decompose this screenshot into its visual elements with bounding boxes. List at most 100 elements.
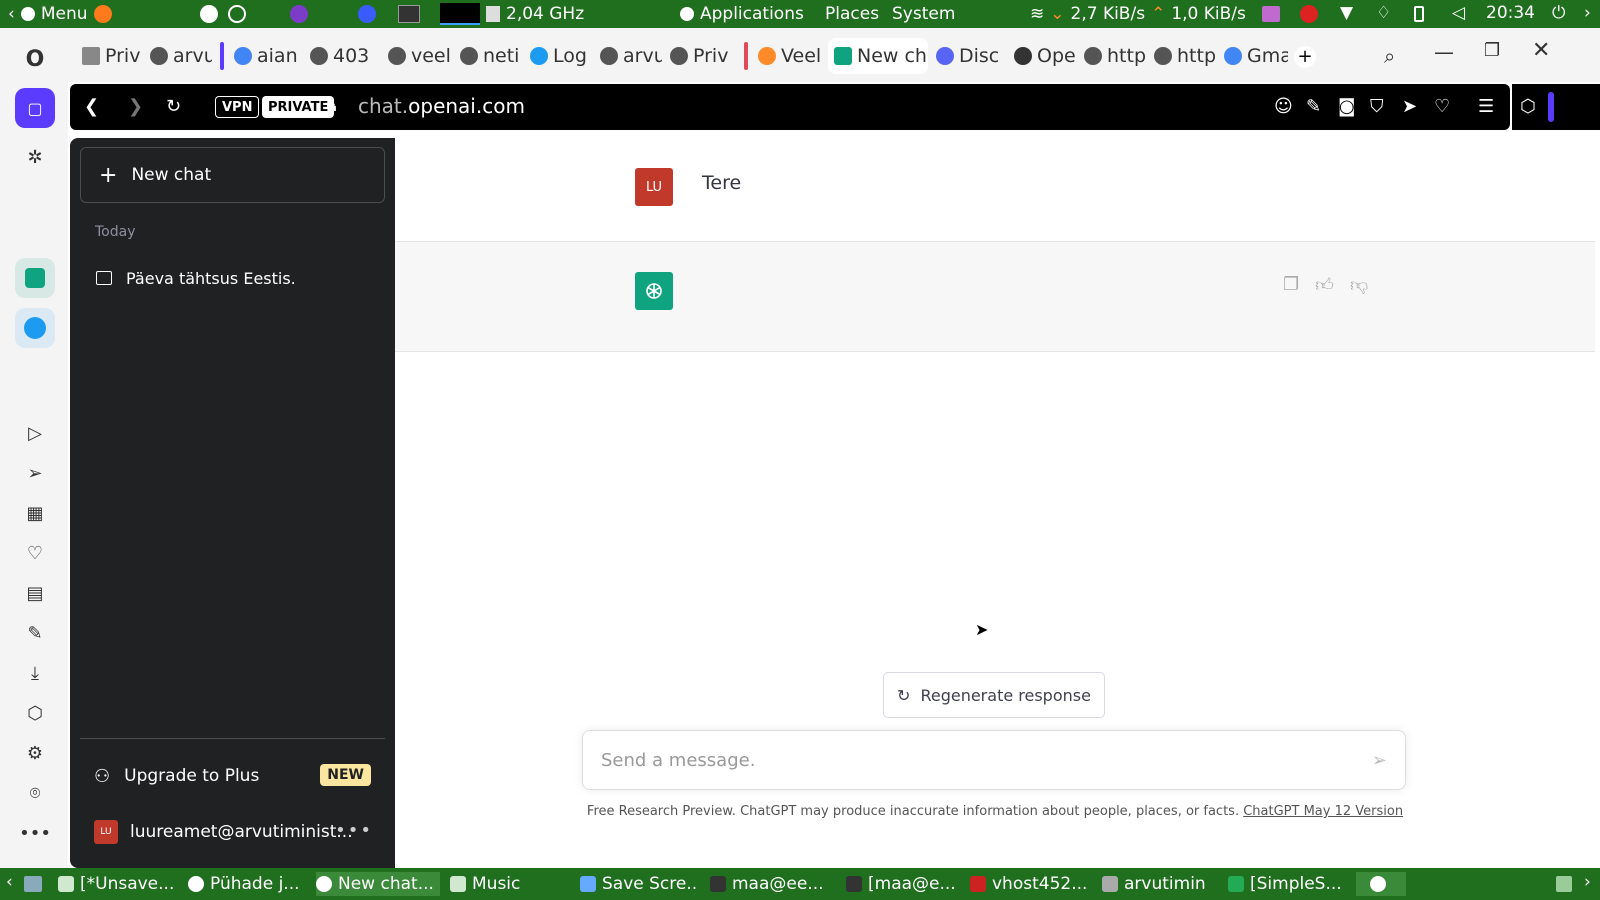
chevron-left-icon[interactable]: ‹ [6, 872, 13, 892]
bell-icon[interactable]: ♢ [1376, 3, 1391, 23]
copy-icon[interactable]: ❐ [1283, 274, 1299, 296]
search-tabs-icon[interactable]: ⌕ [1384, 44, 1395, 68]
thumbs-up-icon[interactable]: 👍︎ [1315, 274, 1334, 296]
show-desktop-icon[interactable] [24, 876, 42, 892]
discord-favicon-icon [936, 47, 954, 65]
settings-icon[interactable]: ⚙ [22, 740, 48, 766]
tab[interactable]: http [1148, 38, 1218, 74]
taskbar-item[interactable] [1356, 872, 1406, 896]
twitter-icon[interactable] [15, 308, 55, 348]
trash-icon[interactable] [1556, 876, 1572, 892]
chevron-right-icon[interactable]: › [1584, 3, 1591, 23]
taskbar-item[interactable]: [maa@e... [846, 872, 956, 896]
taskbar-item-active[interactable]: New chat... [316, 872, 440, 896]
send-message-button[interactable]: ➢ [1372, 750, 1387, 771]
shield-icon[interactable]: ⛉ [1370, 96, 1384, 117]
more-icon[interactable]: ••• [19, 820, 51, 846]
chevron-right-icon[interactable]: › [1584, 872, 1591, 892]
new-tab-button[interactable]: + [1294, 46, 1316, 68]
menu-button[interactable]: ‹ Menu [8, 0, 112, 28]
equalizer-icon[interactable] [1262, 6, 1280, 22]
taskbar-item[interactable]: Save Scre... [580, 872, 698, 896]
taskbar-item[interactable]: maa@ee... [710, 872, 828, 896]
regenerate-response-button[interactable]: ↻ Regenerate response [883, 672, 1105, 718]
snapshot-edit-icon[interactable]: ✎ [1306, 96, 1321, 117]
taskbar-item[interactable]: arvutimin [1102, 872, 1214, 896]
tab[interactable]: aian [228, 38, 300, 74]
tab-active[interactable]: New cha [828, 38, 928, 74]
extensions-icon[interactable]: ⬡ [22, 700, 48, 726]
twitter-favicon-icon [530, 47, 548, 65]
tab[interactable]: Ope [1008, 38, 1078, 74]
version-link[interactable]: ChatGPT May 12 Version [1243, 804, 1403, 819]
message-input[interactable] [601, 745, 1341, 775]
taskbar-item[interactable]: Pühade j... [188, 872, 306, 896]
close-window-button[interactable]: ✕ [1532, 38, 1550, 63]
record-icon[interactable] [1300, 5, 1318, 23]
account-menu[interactable]: LU luureamet@arvutiminist... ••• [80, 804, 385, 860]
podcast-icon[interactable] [290, 5, 308, 23]
minimize-button[interactable]: — [1434, 40, 1454, 64]
clock[interactable]: 20:34 [1486, 3, 1535, 23]
player-icon[interactable]: ▷ [22, 420, 48, 446]
firefox-icon[interactable] [93, 5, 112, 23]
wifi-signal-icon[interactable]: ▼ [1340, 3, 1353, 23]
conversation-item[interactable]: Päeva tähtsus Eestis. [80, 254, 385, 302]
cube-extension-icon[interactable]: ⬡ [1520, 96, 1536, 117]
tab[interactable]: Veel [752, 38, 824, 74]
opera-icon[interactable] [358, 5, 376, 23]
terminal-icon[interactable] [398, 5, 420, 23]
tab[interactable]: neti [454, 38, 522, 74]
heart-icon[interactable]: ♡ [22, 540, 48, 566]
power-icon[interactable]: ⏻ [1552, 3, 1565, 23]
upgrade-to-plus-button[interactable]: ⚇ Upgrade to Plus NEW [80, 748, 385, 804]
battery-icon[interactable] [1414, 6, 1424, 22]
url-text[interactable]: chat.openai.com [358, 94, 525, 118]
emoji-icon[interactable]: ☺ [1274, 96, 1293, 117]
speed-dial-icon[interactable]: ▦ [22, 500, 48, 526]
tab[interactable]: Gma [1218, 38, 1288, 74]
tab[interactable]: veel [382, 38, 452, 74]
forward-button[interactable]: ❯ [128, 96, 143, 117]
edit-icon[interactable]: ✎ [22, 620, 48, 646]
new-chat-button[interactable]: + New chat [80, 147, 385, 203]
taskbar-item[interactable]: [SimpleS... [1228, 872, 1346, 896]
lock-icon[interactable]: 🔒︎ [328, 96, 337, 116]
tab[interactable]: arvu [594, 38, 662, 74]
system-menu[interactable]: System [892, 0, 955, 28]
tab[interactable]: Disc [930, 38, 1002, 74]
camera-icon[interactable]: ◙ [1338, 96, 1355, 117]
back-button[interactable]: ❮ [84, 96, 99, 117]
tab[interactable]: Priv [76, 38, 140, 74]
more-options-icon[interactable]: ••• [335, 820, 373, 841]
chatgpt-sidebar-icon[interactable] [15, 258, 55, 298]
send-page-icon[interactable]: ➤ [1402, 96, 1417, 117]
reader-icon[interactable]: ▢ [15, 88, 55, 128]
launcher-a-icon[interactable] [200, 5, 218, 23]
tab[interactable]: Priv [664, 38, 734, 74]
tab[interactable]: arvu [144, 38, 212, 74]
tab[interactable]: http [1078, 38, 1148, 74]
heart-bookmark-icon[interactable]: ♡ [1434, 96, 1450, 117]
settings-gears-icon[interactable] [228, 5, 246, 23]
send-icon[interactable]: ➢ [22, 460, 48, 486]
applications-menu[interactable]: Applications [680, 0, 804, 28]
thumbs-down-icon[interactable]: 👎︎ [1350, 274, 1368, 296]
taskbar-item[interactable]: Music [450, 872, 568, 896]
taskbar-item[interactable]: vhost452... [970, 872, 1088, 896]
vpn-badge[interactable]: VPN [215, 96, 260, 118]
tab-strip: Priv arvu aian 403 veel neti Log arvu Pr… [68, 28, 1600, 82]
taskbar-item[interactable]: [*Unsave... [58, 872, 176, 896]
tab[interactable]: 403 [304, 38, 372, 74]
aria-icon[interactable]: ✲ [22, 144, 48, 170]
volume-icon[interactable]: ◁ [1452, 3, 1465, 23]
reload-button[interactable]: ↻ [166, 96, 181, 117]
easy-setup-icon[interactable]: ☰ [1478, 96, 1494, 117]
opera-logo-icon[interactable]: O [22, 46, 48, 72]
download-icon[interactable]: ⤓ [22, 660, 48, 686]
places-menu[interactable]: Places [825, 0, 879, 28]
history-icon[interactable]: ▤ [22, 580, 48, 606]
restore-button[interactable]: ❐ [1484, 40, 1500, 61]
lightbulb-icon[interactable]: ⌾ [22, 780, 48, 806]
tab[interactable]: Log [524, 38, 594, 74]
